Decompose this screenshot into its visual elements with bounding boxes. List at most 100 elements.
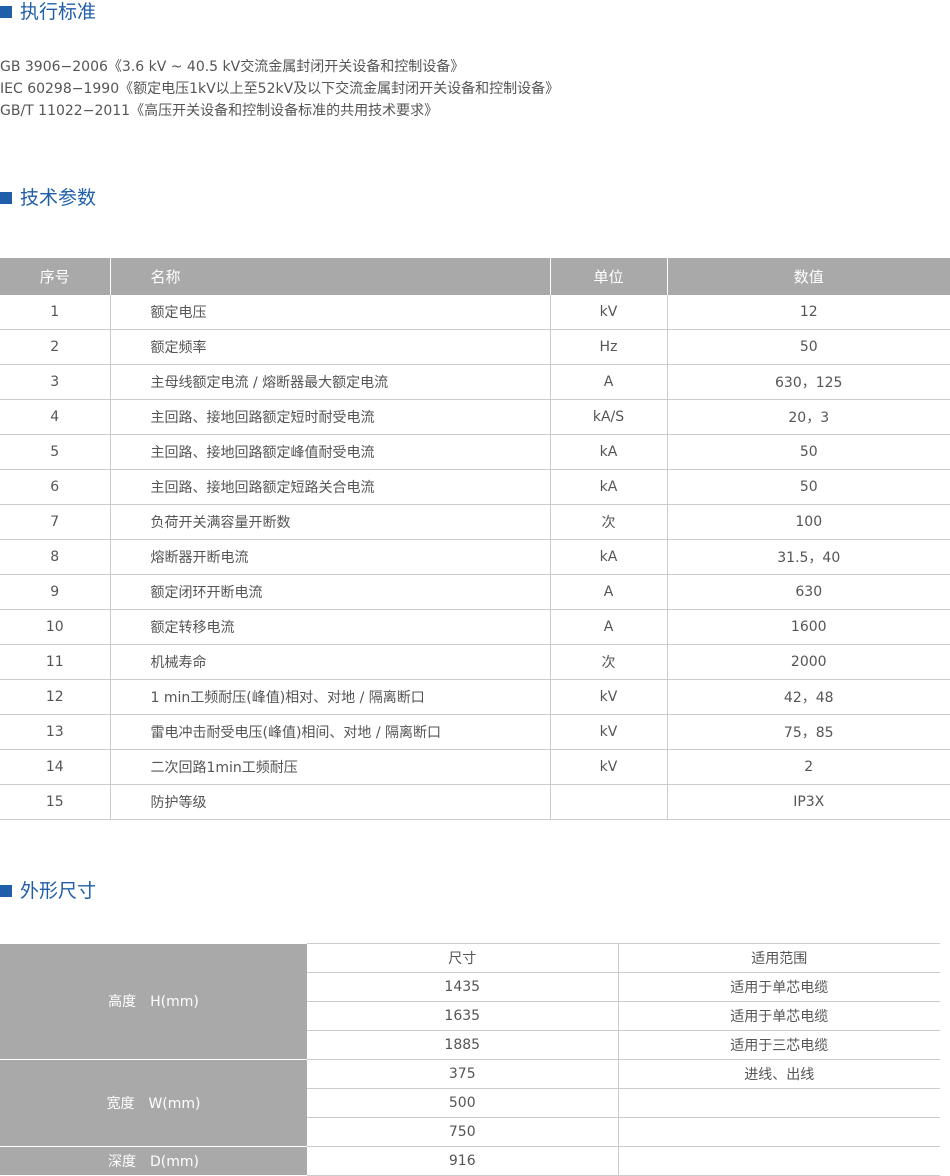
param-name: 熔断器开断电流 [110,539,551,575]
params-table: 序号 名称 单位 数值 1 额定电压 kV 12 2 额定频率 Hz 50 3 主母线额定电流 /… [0,258,950,820]
dim-label-depth: 深度 D(mm) [0,1146,307,1176]
section-title: 执行标准 [20,1,97,23]
param-name: 主回路、接地回路额定短路关合电流 [110,469,551,505]
param-value: 100 [667,504,950,540]
param-unit: kA/S [550,399,668,435]
section-title: 外形尺寸 [20,880,97,902]
header-cell: 序号 [0,258,111,295]
param-name: 1 min工频耐压(峰值)相对、对地 / 隔离断口 [110,679,551,715]
param-value: 12 [667,295,950,330]
param-value: 50 [667,329,950,365]
param-unit: A [550,609,668,645]
param-value: IP3X [667,784,950,820]
param-name: 二次回路1min工频耐压 [110,749,551,785]
dim-value: 500 [307,1088,619,1118]
dim-value: 750 [307,1117,619,1147]
dim-value: 1635 [307,1001,619,1031]
param-unit: kA [550,539,668,575]
standard-item: GB 3906−2006《3.6 kV ~ 40.5 kV交流金属封闭开关设备和… [0,59,465,75]
dim-scope [618,1146,940,1176]
dim-label-height: 高度 H(mm) [0,943,307,1060]
param-unit [550,784,668,820]
param-index: 14 [0,749,111,785]
param-name: 额定闭环开断电流 [110,574,551,610]
param-unit: A [550,574,668,610]
dim-scope: 适用于单芯电缆 [618,1001,940,1031]
section-heading-dims: 外形尺寸 [0,879,96,903]
section-heading-params: 技术参数 [0,186,96,210]
params-header-row: 序号 名称 单位 数值 [0,258,950,295]
param-unit: kV [550,749,668,785]
param-index: 4 [0,399,111,435]
table-row: 9 额定闭环开断电流 A 630 [0,574,950,610]
table-row: 8 熔断器开断电流 kA 31.5，40 [0,539,950,575]
dim-scope: 适用于三芯电缆 [618,1030,940,1060]
dim-scope: 进线、出线 [618,1059,940,1089]
param-name: 额定频率 [110,329,551,365]
param-value: 50 [667,469,950,505]
param-index: 2 [0,329,111,365]
standards-list: GB 3906−2006《3.6 kV ~ 40.5 kV交流金属封闭开关设备和… [0,56,559,122]
standard-item: IEC 60298−1990《额定电压1kV以上至52kV及以下交流金属封闭开关… [0,81,560,97]
param-unit: kA [550,469,668,505]
param-name: 主回路、接地回路额定短时耐受电流 [110,399,551,435]
dim-scope [618,1088,940,1118]
header-cell: 单位 [550,258,668,295]
param-index: 8 [0,539,111,575]
table-row: 6 主回路、接地回路额定短路关合电流 kA 50 [0,469,950,505]
param-index: 15 [0,784,111,820]
param-index: 6 [0,469,111,505]
param-index: 3 [0,364,111,400]
dims-table: 高度 H(mm) 尺寸 适用范围 1435 适用于单芯电缆 1635 适用于单芯… [0,943,940,1176]
dim-value: 916 [307,1146,619,1176]
table-row: 4 主回路、接地回路额定短时耐受电流 kA/S 20，3 [0,399,950,435]
table-row: 10 额定转移电流 A 1600 [0,609,950,645]
param-value: 42，48 [667,679,950,715]
table-row: 5 主回路、接地回路额定峰值耐受电流 kA 50 [0,434,950,470]
param-name: 主母线额定电流 / 熔断器最大额定电流 [110,364,551,400]
param-value: 50 [667,434,950,470]
param-name: 额定转移电流 [110,609,551,645]
param-index: 11 [0,644,111,680]
table-row: 12 1 min工频耐压(峰值)相对、对地 / 隔离断口 kV 42，48 [0,679,950,715]
standard-item: GB/T 11022−2011《高压开关设备和控制设备标准的共用技术要求》 [0,103,439,119]
header-cell: 数值 [667,258,950,295]
param-index: 9 [0,574,111,610]
section-square-icon [0,885,12,897]
param-name: 负荷开关满容量开断数 [110,504,551,540]
table-row: 13 雷电冲击耐受电压(峰值)相间、对地 / 隔离断口 kV 75，85 [0,714,950,750]
param-value: 75，85 [667,714,950,750]
dim-value: 1435 [307,972,619,1002]
section-title: 技术参数 [20,187,97,209]
param-unit: Hz [550,329,668,365]
dim-scope [618,1117,940,1147]
param-index: 7 [0,504,111,540]
dim-label-width: 宽度 W(mm) [0,1059,307,1147]
param-unit: A [550,364,668,400]
param-index: 1 [0,295,111,330]
section-square-icon [0,192,12,204]
table-row: 2 额定频率 Hz 50 [0,329,950,365]
table-row: 11 机械寿命次 2000 [0,644,950,680]
param-value: 630，125 [667,364,950,400]
section-square-icon [0,6,12,18]
param-name: 机械寿命 [110,644,551,680]
param-index: 12 [0,679,111,715]
dim-value: 1885 [307,1030,619,1060]
dim-scope: 适用于单芯电缆 [618,972,940,1002]
param-value: 1600 [667,609,950,645]
param-name: 防护等级 [110,784,551,820]
param-value: 630 [667,574,950,610]
param-unit: kV [550,679,668,715]
param-unit: 次 [550,644,668,680]
param-unit: kV [550,714,668,750]
header-cell: 名称 [110,258,551,295]
table-row: 1 额定电压 kV 12 [0,295,950,330]
table-row: 14 二次回路1min工频耐压 kV 2 [0,749,950,785]
dims-header-cell: 尺寸 [307,943,619,973]
dim-value: 375 [307,1059,619,1089]
param-value: 2000 [667,644,950,680]
param-index: 13 [0,714,111,750]
param-name: 额定电压 [110,295,551,330]
param-unit: kA [550,434,668,470]
